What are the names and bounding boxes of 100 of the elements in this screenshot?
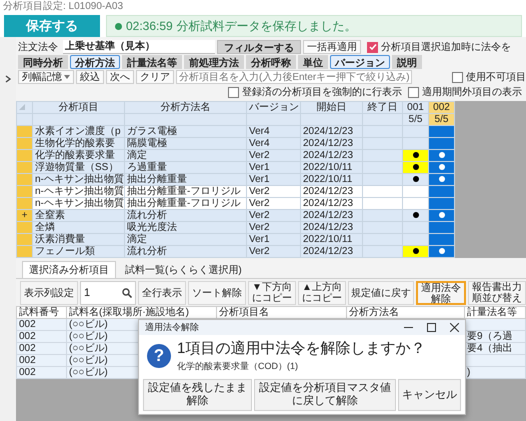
column-toggle[interactable]: 計量法名等 xyxy=(122,55,182,69)
column-header[interactable]: 分析方法名 xyxy=(346,306,464,318)
toolbar-button[interactable]: 全行表示 xyxy=(138,281,186,305)
column-header[interactable]: バージョン xyxy=(246,102,300,114)
sample-column-header[interactable]: 002 xyxy=(428,102,454,114)
column-toggle[interactable]: 単位 xyxy=(298,55,328,69)
column-header[interactable]: 分析方法名 xyxy=(124,102,246,114)
law-field[interactable]: 上乗せ基準（見本） xyxy=(63,40,215,54)
table-cell: Ver1 xyxy=(246,234,300,246)
checkbox[interactable] xyxy=(367,42,378,52)
table-cell: 滴定 xyxy=(124,150,246,162)
field-value: 1 xyxy=(84,287,90,299)
table-cell: 002 xyxy=(16,354,66,366)
toolbar-button[interactable]: 報告書出力順並び替え xyxy=(468,281,526,305)
table-cell: ろ過重量 xyxy=(124,162,246,174)
column-toggle[interactable]: 分析方法 xyxy=(70,55,120,69)
table-cell: 浮遊物質量（SS） xyxy=(32,162,124,174)
close-icon[interactable] xyxy=(450,323,459,332)
tab[interactable]: 選択済み分析項目 xyxy=(22,261,116,278)
table-cell: Ver2 xyxy=(246,222,300,234)
table-cell: Ver2 xyxy=(246,210,300,222)
table-cell: 全燐 xyxy=(32,222,124,234)
table-cell: ) xyxy=(467,367,470,378)
applied-dot-icon xyxy=(438,176,444,182)
column-settings-button[interactable]: 表示列設定 xyxy=(20,281,78,305)
search-action-button[interactable]: クリア xyxy=(136,70,174,84)
search-icon[interactable] xyxy=(122,288,132,298)
dialog-button[interactable]: キャンセル xyxy=(398,379,461,411)
table-cell: 002 xyxy=(16,366,66,378)
table-cell: 滴定 xyxy=(124,234,246,246)
caret-icon xyxy=(64,75,70,79)
column-header[interactable]: 試料名(採取場所·施設地名) xyxy=(66,306,216,318)
search-action-button[interactable]: 絞込 xyxy=(76,70,104,84)
column-toggle[interactable]: 分析呼称 xyxy=(246,55,296,69)
table-cell: 要4（抽出 xyxy=(467,343,513,354)
table-cell: 流れ分析 xyxy=(124,246,246,258)
toolbar-button[interactable]: 適用法令解除 xyxy=(416,281,466,305)
column-header[interactable]: 分析項目 xyxy=(32,102,124,114)
applied-dot-icon xyxy=(412,152,418,158)
table-cell: 2024/12/23 xyxy=(300,150,362,162)
table-cell: n-ヘキサン抽出物質 xyxy=(32,186,124,198)
column-toggle[interactable]: バージョン xyxy=(330,55,390,69)
dialog-button[interactable]: 設定値を残したまま解除 xyxy=(143,379,252,411)
table-cell: 要9（ろ過 xyxy=(467,331,513,342)
table-cell: 化学的酸素要求量 xyxy=(32,150,124,162)
checkbox[interactable] xyxy=(228,86,239,98)
table-cell: Ver4 xyxy=(246,138,300,150)
table-cell: Ver2 xyxy=(246,150,300,162)
checkbox-label: 適用期間外項目の表示 xyxy=(422,86,522,99)
table-cell: 水素イオン濃度（p xyxy=(32,126,124,138)
column-toggle[interactable]: 前処理方法 xyxy=(184,55,244,69)
table-cell: Ver1 xyxy=(246,162,300,174)
applied-dot-icon xyxy=(438,212,444,218)
applied-dot-icon xyxy=(412,248,418,254)
filter-button[interactable]: フィルターする xyxy=(217,40,301,54)
table-cell: 全窒素 xyxy=(32,210,124,222)
applied-dot-icon xyxy=(438,248,444,254)
table-cell: ガラス電極 xyxy=(124,126,246,138)
table-cell: 2024/12/23 xyxy=(300,138,362,150)
column-header[interactable]: 分析項目名 xyxy=(216,306,346,318)
corner-icon xyxy=(19,104,25,110)
checkbox[interactable] xyxy=(452,72,463,82)
expand-chevron-icon[interactable] xyxy=(5,75,11,83)
status-message: 分析試料データを保存しました。 xyxy=(176,18,357,34)
checkbox[interactable] xyxy=(408,86,419,98)
maximize-icon[interactable] xyxy=(427,323,436,332)
reapply-button[interactable]: 一括再適用 xyxy=(303,40,361,54)
toolbar-button[interactable]: ▲上方向にコピー xyxy=(298,281,346,305)
checkbox-label: 分析項目選択追加時に法令を xyxy=(381,40,511,54)
table-cell: 002 xyxy=(16,330,66,342)
table-cell: 2024/12/23 xyxy=(300,222,362,234)
law-label: 注文法令 xyxy=(18,40,58,54)
toolbar-button[interactable]: ▼下方向にコピー xyxy=(248,281,296,305)
filter-field[interactable]: 1 xyxy=(80,281,136,305)
column-toggle[interactable]: 同時分析 xyxy=(18,55,68,69)
search-field[interactable]: 分析項目名を入力(入力後Enterキー押下で絞り込み) xyxy=(176,70,412,84)
table-cell: 002 xyxy=(16,342,66,354)
table-cell: 抽出分離重量-フロリジル xyxy=(124,186,246,198)
toolbar-button[interactable]: 規定値に戻す xyxy=(348,281,414,305)
question-icon: ? xyxy=(147,344,171,368)
table-cell: 2022/10/11 xyxy=(300,234,362,246)
toolbar-button[interactable]: ソート解除 xyxy=(188,281,246,305)
column-header[interactable]: 試料番号 xyxy=(16,306,66,318)
dialog-button[interactable]: 設定値を分析項目マスタ値に戻して解除 xyxy=(254,379,396,411)
column-header[interactable]: 開始日 xyxy=(300,102,362,114)
column-width-dropdown[interactable]: 列幅記憶 xyxy=(18,70,74,84)
sample-column-header[interactable]: 001 xyxy=(402,102,428,114)
status-dot-icon xyxy=(115,22,122,30)
column-toggle[interactable]: 説明 xyxy=(392,55,422,69)
table-cell: 2024/12/23 xyxy=(300,246,362,258)
table-cell: 抽出分離重量 xyxy=(124,174,246,186)
table-cell: n-ヘキサン抽出物質 xyxy=(32,174,124,186)
column-header[interactable]: 終了日 xyxy=(362,102,402,114)
search-action-button[interactable]: 次へ xyxy=(106,70,134,84)
column-header[interactable]: 計量法名等 xyxy=(464,306,526,318)
table-cell: 2022/10/11 xyxy=(300,174,362,186)
applied-dot-icon xyxy=(438,164,444,170)
table-cell: Ver4 xyxy=(246,126,300,138)
table-cell: 2024/12/23 xyxy=(300,186,362,198)
tab[interactable]: 試料一覧(らくらく選択用) xyxy=(118,261,249,278)
